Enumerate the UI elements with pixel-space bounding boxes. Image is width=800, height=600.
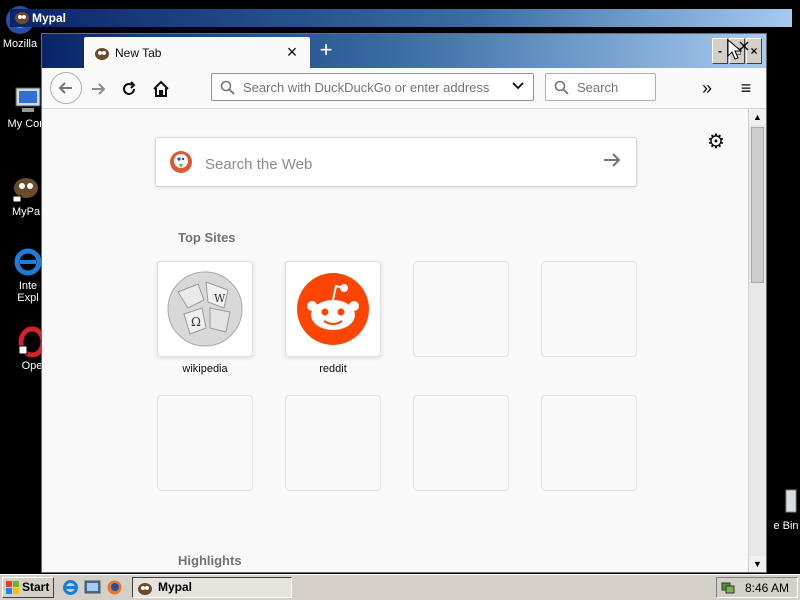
url-input[interactable] [243,77,503,97]
top-site-tile-empty[interactable] [413,395,509,491]
recycle-bin-icon [770,486,800,518]
windows-flag-icon [6,581,19,594]
top-site-tile-empty[interactable] [413,261,509,357]
show-desktop-icon[interactable] [84,579,101,596]
computer-icon [12,84,44,116]
top-site-tile-reddit[interactable] [285,261,381,357]
gear-icon[interactable]: ⚙ [707,129,725,154]
mypal-icon [10,172,42,204]
search-icon [554,80,569,95]
taskbar-item-label: Mypal [158,580,193,594]
wikipedia-icon: Ω W [167,271,243,347]
search-icon [220,80,235,95]
reload-button[interactable] [115,75,143,103]
web-search-input[interactable] [203,152,587,176]
new-tab-button[interactable]: + [314,39,338,63]
internet-explorer-quicklaunch-icon[interactable] [62,579,79,596]
overflow-chevron-icon[interactable]: » [693,75,721,103]
highlights-title: Highlights [178,553,242,568]
top-site-tile-empty[interactable] [285,395,381,491]
mouse-cursor-icon [727,38,749,60]
close-tab-icon[interactable]: × [282,42,302,62]
clock[interactable]: 8:46 AM [745,581,789,595]
browser-window: New Tab × + - □ × [41,33,767,573]
mypal-icon [14,10,30,26]
start-button[interactable]: Start [2,577,54,598]
network-tray-icon[interactable] [721,580,735,594]
start-label: Start [22,580,50,594]
top-site-tile-wikipedia[interactable]: Ω W [157,261,253,357]
reddit-icon [297,273,369,345]
taskbar-item-mypal[interactable]: Mypal [132,577,292,598]
top-site-tile-empty[interactable] [157,395,253,491]
reload-icon [123,81,136,95]
new-tab-page: ⚙ Top Sites Ω W wikipedia [42,109,748,572]
search-input[interactable] [577,77,651,97]
web-search-box[interactable] [155,137,637,187]
outer-window-title: Mypal [32,11,67,25]
top-site-label: wikipedia [182,363,228,375]
back-arrow-icon [58,82,72,94]
tab-title: New Tab [115,46,162,60]
chevron-down-icon[interactable] [511,78,525,95]
arrow-right-icon[interactable] [602,150,622,176]
home-button[interactable] [147,75,175,103]
tab-strip: New Tab × + - □ × [42,34,766,68]
taskbar: Start Mypal 8:46 AM [0,574,800,600]
mypal-icon [138,583,152,595]
hamburger-menu-icon[interactable]: ≡ [732,75,760,103]
mypal-favicon-icon [94,45,110,61]
forward-arrow-icon [92,83,106,95]
tab-new-tab[interactable]: New Tab × [84,37,310,68]
top-site-tile-empty[interactable] [541,395,637,491]
internet-explorer-icon [12,246,44,278]
scroll-down-icon[interactable]: ▼ [749,556,766,572]
vertical-scrollbar[interactable]: ▲ ▼ [748,109,766,572]
url-bar[interactable] [211,73,534,101]
top-site-label: reddit [319,363,347,375]
svg-text:Ω: Ω [191,315,201,329]
outer-window-titlebar[interactable]: Mypal [10,9,792,27]
firefox-quicklaunch-icon[interactable] [106,579,123,596]
scroll-up-icon[interactable]: ▲ [749,109,766,125]
back-button[interactable] [50,72,82,104]
top-site-tile-empty[interactable] [541,261,637,357]
top-sites-title: Top Sites [178,230,236,245]
duckduckgo-icon [169,150,193,174]
navigation-toolbar: » ≡ [42,68,766,109]
forward-button[interactable] [84,75,112,103]
home-icon [153,80,169,97]
svg-text:W: W [214,292,226,305]
system-tray: 8:46 AM [716,577,798,598]
scrollbar-thumb[interactable] [751,127,764,283]
search-bar[interactable] [545,73,656,101]
